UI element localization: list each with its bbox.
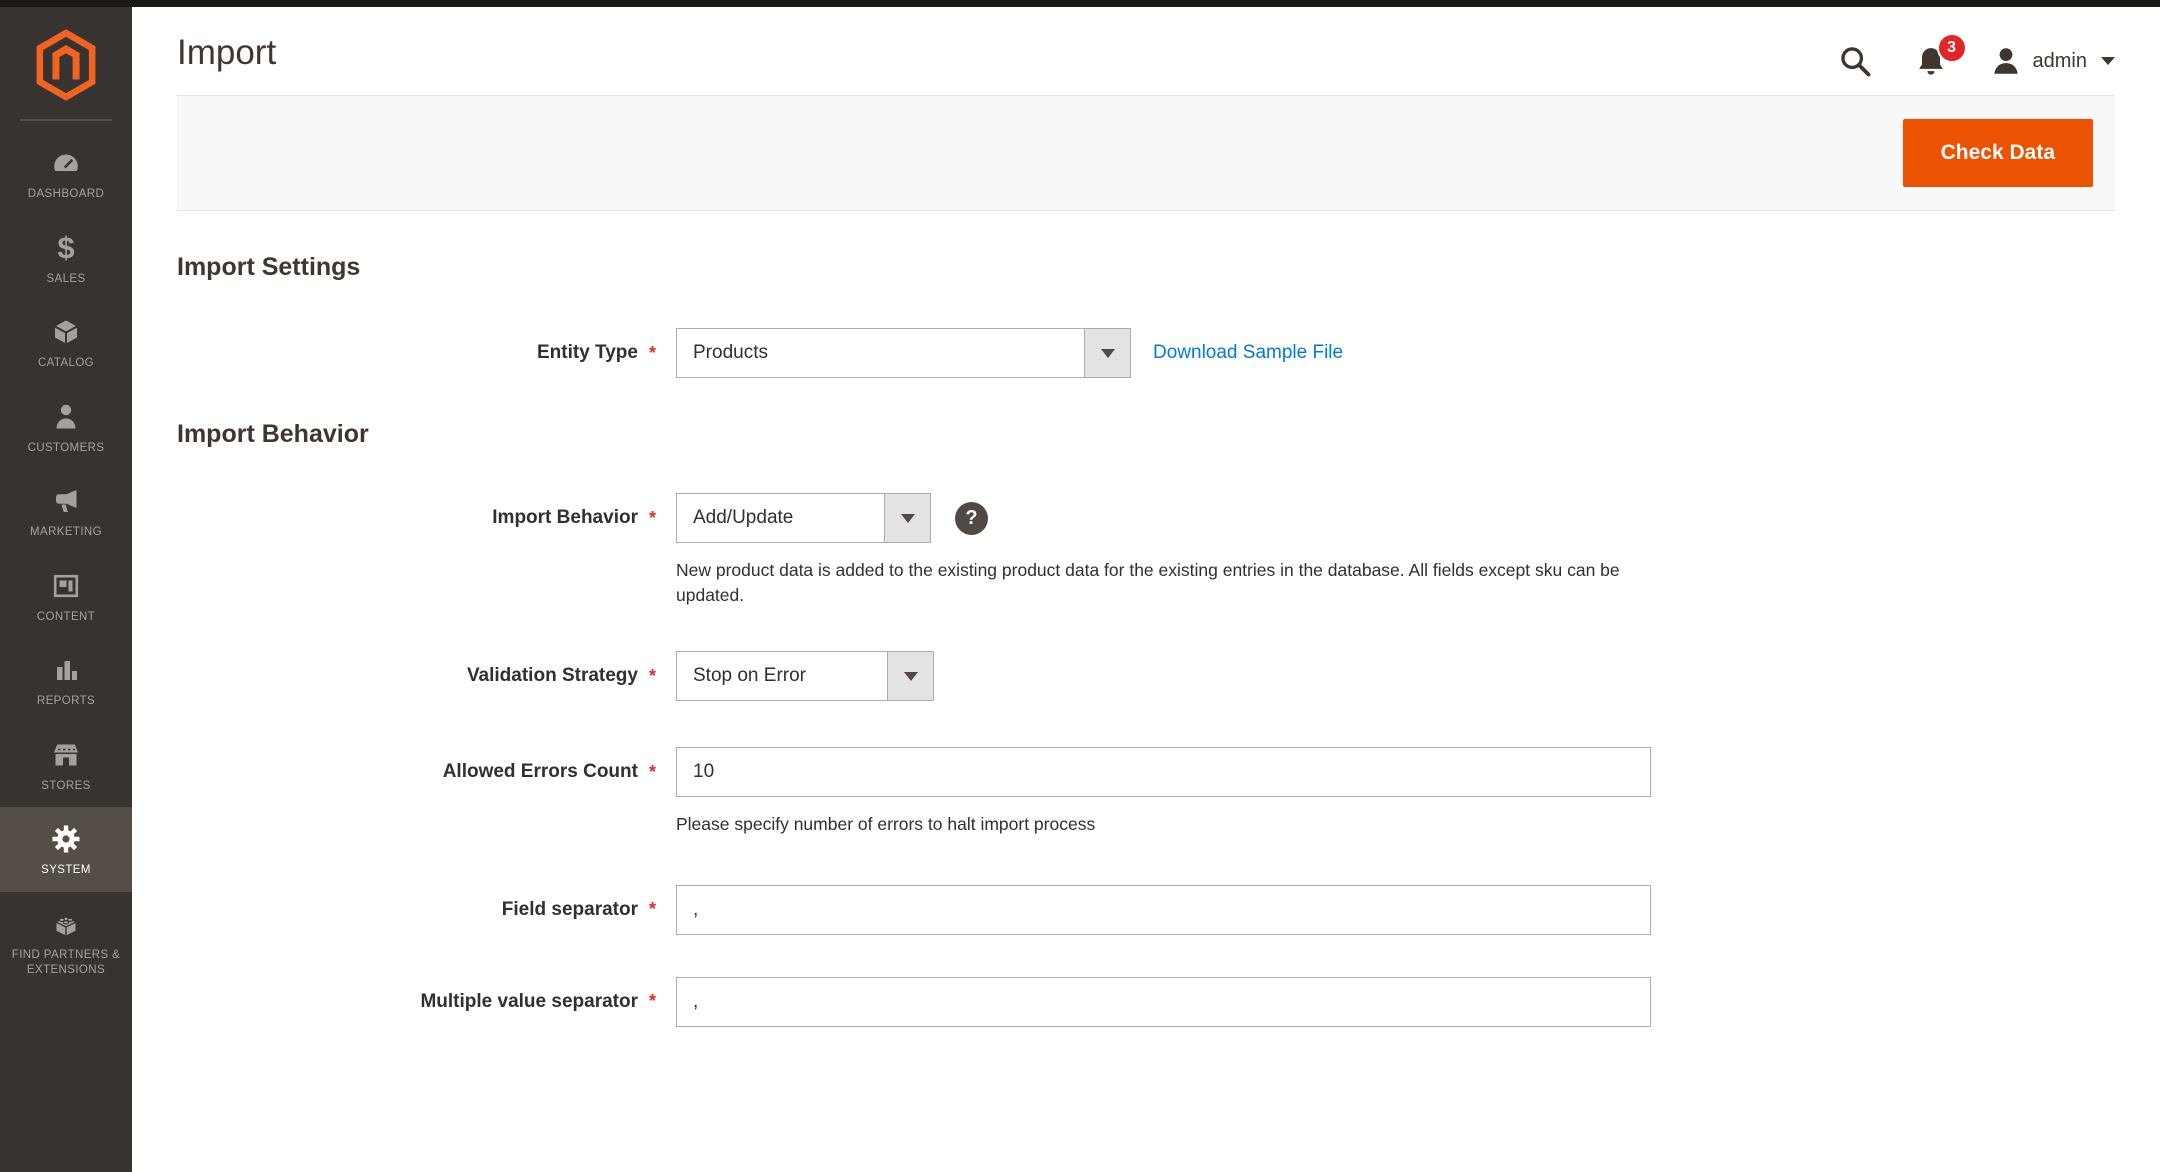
multiple-value-separator-input[interactable] (676, 977, 1651, 1027)
sidebar-item-label: CATALOG (38, 356, 94, 372)
allowed-errors-note-row: Please specify number of errors to halt … (177, 812, 2115, 837)
entity-type-selected-value: Products (677, 329, 1084, 377)
sidebar-item-catalog[interactable]: CATALOG (0, 300, 132, 385)
sidebar-item-label: CUSTOMERS (28, 441, 105, 457)
sidebar-item-label: SALES (46, 272, 85, 288)
window-top-bar (0, 0, 2160, 7)
entity-type-select[interactable]: Products (676, 328, 1131, 378)
sidebar-item-label: SYSTEM (41, 863, 91, 879)
sidebar-divider (20, 119, 112, 121)
required-asterisk: * (649, 343, 656, 364)
import-behavior-row: Import Behavior * Add/Update ? (177, 493, 2115, 543)
field-separator-label: Field separator * (177, 899, 656, 921)
select-arrow-button[interactable] (887, 652, 933, 700)
select-arrow-button[interactable] (1084, 329, 1130, 377)
field-separator-row: Field separator * (177, 885, 2115, 935)
sidebar-item-label: STORES (41, 779, 90, 795)
import-behavior-selected-value: Add/Update (677, 494, 884, 542)
import-behavior-select[interactable]: Add/Update (676, 493, 931, 543)
required-asterisk: * (649, 762, 656, 783)
admin-user-menu[interactable]: admin (1989, 44, 2115, 78)
download-sample-file-link[interactable]: Download Sample File (1153, 342, 1343, 364)
sidebar-item-reports[interactable]: REPORTS (0, 638, 132, 723)
allowed-errors-count-input[interactable] (676, 747, 1651, 797)
page-title: Import (177, 33, 276, 73)
sidebar-item-customers[interactable]: CUSTOMERS (0, 385, 132, 470)
sidebar-item-sales[interactable]: $ SALES (0, 216, 132, 301)
search-icon[interactable] (1837, 43, 1873, 79)
admin-username: admin (2033, 50, 2087, 73)
validation-strategy-row: Validation Strategy * Stop on Error (177, 651, 2115, 701)
sidebar-item-label: MARKETING (30, 525, 102, 541)
multiple-value-separator-row: Multiple value separator * (177, 977, 2115, 1027)
sidebar-item-system[interactable]: SYSTEM (0, 807, 132, 892)
required-asterisk: * (649, 991, 656, 1012)
check-data-button[interactable]: Check Data (1903, 119, 2093, 187)
notifications-bell-icon[interactable]: 3 (1913, 43, 1949, 79)
field-separator-input[interactable] (676, 885, 1651, 935)
magento-logo-icon (35, 29, 97, 101)
header-actions: 3 admin (1837, 43, 2115, 79)
required-asterisk: * (649, 899, 656, 920)
page-header: Import 3 (177, 7, 2115, 79)
import-settings-heading: Import Settings (177, 253, 2115, 282)
magento-logo[interactable] (0, 7, 132, 101)
allowed-errors-note: Please specify number of errors to halt … (676, 812, 1095, 837)
stores-shop-icon (49, 738, 83, 772)
sidebar-item-dashboard[interactable]: DASHBOARD (0, 131, 132, 216)
validation-strategy-label: Validation Strategy * (177, 665, 656, 687)
required-asterisk: * (649, 666, 656, 687)
sidebar-item-content[interactable]: CONTENT (0, 554, 132, 639)
extensions-brick-icon (49, 907, 83, 941)
sidebar-item-find-partners-extensions[interactable]: FIND PARTNERS & EXTENSIONS (0, 892, 132, 992)
system-gear-icon (49, 822, 83, 856)
import-behavior-note: New product data is added to the existin… (676, 558, 1651, 607)
sidebar-item-label: DASHBOARD (28, 187, 104, 203)
select-arrow-button[interactable] (884, 494, 930, 542)
chevron-down-icon (2101, 57, 2115, 65)
user-avatar-icon (1989, 44, 2023, 78)
sidebar-item-label: CONTENT (37, 610, 95, 626)
multiple-value-separator-label: Multiple value separator * (177, 991, 656, 1013)
main-content: Import 3 (132, 7, 2160, 1027)
sidebar-item-label: FIND PARTNERS & EXTENSIONS (5, 948, 127, 979)
admin-sidebar: DASHBOARD $ SALES CATALOG (0, 0, 132, 1172)
allowed-errors-count-label: Allowed Errors Count * (177, 761, 656, 783)
marketing-megaphone-icon (49, 484, 83, 518)
required-asterisk: * (649, 508, 656, 529)
import-behavior-label: Import Behavior * (177, 507, 656, 529)
chevron-down-icon (904, 672, 918, 681)
chevron-down-icon (1101, 349, 1115, 358)
catalog-box-icon (49, 315, 83, 349)
import-behavior-note-row: New product data is added to the existin… (177, 558, 2115, 607)
allowed-errors-count-row: Allowed Errors Count * (177, 747, 2115, 797)
entity-type-label: Entity Type * (177, 342, 656, 364)
validation-strategy-select[interactable]: Stop on Error (676, 651, 934, 701)
validation-strategy-selected-value: Stop on Error (677, 652, 887, 700)
customers-person-icon (49, 400, 83, 434)
chevron-down-icon (901, 514, 915, 523)
import-behavior-heading: Import Behavior (177, 420, 2115, 449)
sales-dollar-icon: $ (49, 231, 83, 265)
notification-count-badge: 3 (1937, 33, 1967, 63)
entity-type-row: Entity Type * Products Download Sample F… (177, 328, 2115, 378)
help-question-icon[interactable]: ? (955, 502, 988, 535)
sidebar-item-marketing[interactable]: MARKETING (0, 469, 132, 554)
page-actions-bar: Check Data (177, 95, 2115, 211)
sidebar-item-label: REPORTS (37, 694, 95, 710)
dashboard-gauge-icon (49, 146, 83, 180)
content-layout-icon (49, 569, 83, 603)
sidebar-item-stores[interactable]: STORES (0, 723, 132, 808)
reports-chart-icon (49, 653, 83, 687)
